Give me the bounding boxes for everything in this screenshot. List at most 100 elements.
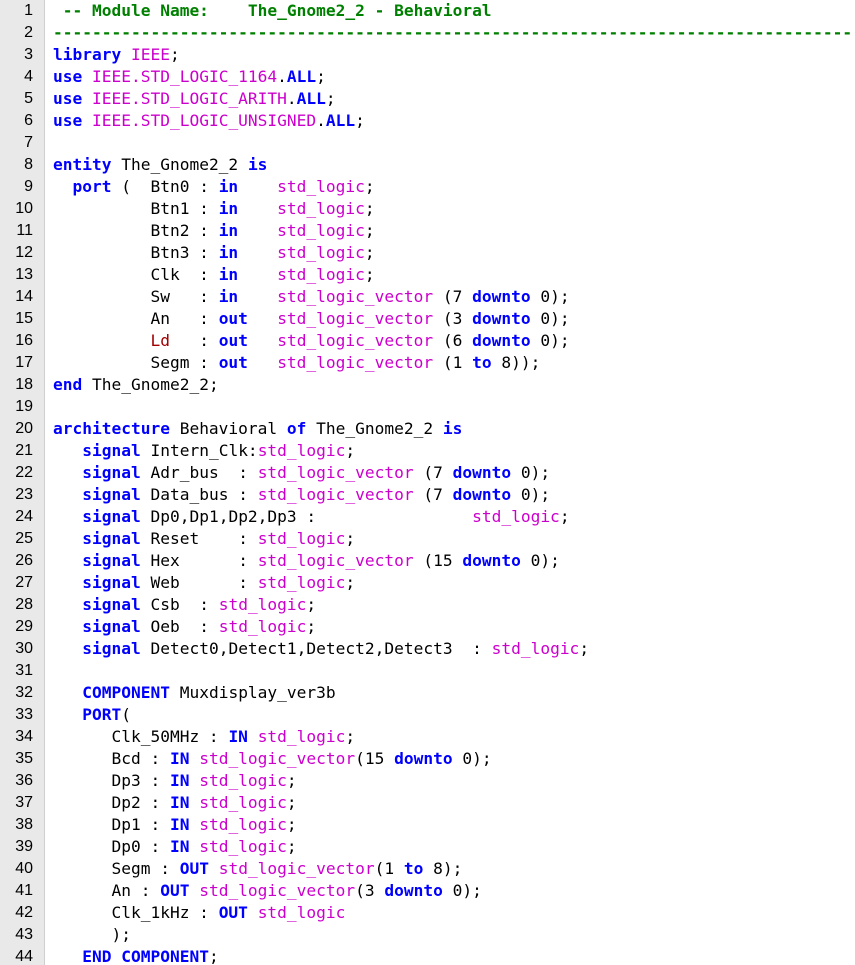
code-token: (7	[413, 485, 453, 504]
line-number: 42	[15, 904, 33, 921]
code-line[interactable]: use IEEE.STD_LOGIC_ARITH.ALL;	[53, 88, 855, 110]
code-line[interactable]: Dp0 : IN std_logic;	[53, 836, 855, 858]
code-token: (15	[413, 551, 463, 570]
code-token: in	[218, 199, 239, 218]
code-token: Dp2 :	[53, 793, 170, 812]
line-number: 30	[15, 640, 33, 657]
code-token: ;	[306, 595, 317, 614]
code-line[interactable]: end The_Gnome2_2;	[53, 374, 855, 396]
code-token: signal	[82, 441, 141, 460]
code-area[interactable]: -- Module Name: The_Gnome2_2 - Behaviora…	[45, 0, 855, 965]
code-line[interactable]: library IEEE;	[53, 44, 855, 66]
code-token: IEEE.STD_LOGIC_UNSIGNED	[92, 111, 317, 130]
code-token: downto	[394, 749, 453, 768]
code-line[interactable]: signal Oeb : std_logic;	[53, 616, 855, 638]
code-token: 0);	[530, 287, 570, 306]
line-number: 36	[15, 772, 33, 789]
code-line[interactable]: END COMPONENT;	[53, 946, 855, 965]
line-number: 9	[24, 178, 33, 195]
code-line[interactable]: Dp3 : IN std_logic;	[53, 770, 855, 792]
code-token: signal	[82, 507, 141, 526]
code-line[interactable]: Ld : out std_logic_vector (6 downto 0);	[53, 330, 855, 352]
code-line[interactable]: signal Adr_bus : std_logic_vector (7 dow…	[53, 462, 855, 484]
line-number: 2	[24, 24, 33, 41]
code-line[interactable]: Btn1 : in std_logic;	[53, 198, 855, 220]
code-token: ;	[208, 947, 219, 965]
code-line[interactable]: -- Module Name: The_Gnome2_2 - Behaviora…	[53, 0, 855, 22]
code-line[interactable]: ----------------------------------------…	[53, 22, 855, 44]
code-token: OUT	[160, 881, 190, 900]
code-token: downto	[452, 485, 512, 504]
code-token: in	[218, 243, 239, 262]
code-line[interactable]: Btn2 : in std_logic;	[53, 220, 855, 242]
code-token: out	[218, 331, 248, 350]
code-line[interactable]: Bcd : IN std_logic_vector(15 downto 0);	[53, 748, 855, 770]
code-line[interactable]: Dp1 : IN std_logic;	[53, 814, 855, 836]
code-token: (3	[433, 309, 473, 328]
code-line[interactable]: use IEEE.STD_LOGIC_1164.ALL;	[53, 66, 855, 88]
code-token: signal	[82, 463, 141, 482]
code-line[interactable]: signal Intern_Clk:std_logic;	[53, 440, 855, 462]
code-token: Sw :	[53, 287, 219, 306]
code-line[interactable]: Segm : out std_logic_vector (1 to 8));	[53, 352, 855, 374]
code-editor[interactable]: 1 2 3 4 5 6 7 8 9 10 11 12 13 14 15 16 17 18 19 20 21 22 23 24 2…	[0, 0, 855, 965]
line-number: 35	[15, 750, 33, 767]
code-token: PORT	[82, 705, 122, 724]
code-token: ;	[306, 617, 317, 636]
code-token: ;	[286, 771, 297, 790]
code-line[interactable]: entity The_Gnome2_2 is	[53, 154, 855, 176]
code-line[interactable]	[53, 132, 855, 154]
line-number: 29	[15, 618, 33, 635]
code-token: ;	[355, 111, 365, 130]
code-token: std_logic	[277, 199, 365, 218]
code-line[interactable]: port ( Btn0 : in std_logic;	[53, 176, 855, 198]
line-number: 22	[15, 464, 33, 481]
code-line[interactable]: Dp2 : IN std_logic;	[53, 792, 855, 814]
code-line[interactable]: PORT(	[53, 704, 855, 726]
code-line[interactable]: An : OUT std_logic_vector(3 downto 0);	[53, 880, 855, 902]
code-line[interactable]: Segm : OUT std_logic_vector(1 to 8);	[53, 858, 855, 880]
code-line[interactable]: Clk_1kHz : OUT std_logic	[53, 902, 855, 924]
code-line[interactable]: signal Detect0,Detect1,Detect2,Detect3 :…	[53, 638, 855, 660]
code-line[interactable]: signal Data_bus : std_logic_vector (7 do…	[53, 484, 855, 506]
code-line[interactable]: Sw : in std_logic_vector (7 downto 0);	[53, 286, 855, 308]
code-line[interactable]: );	[53, 924, 855, 946]
code-token: -- Module Name: The_Gnome2_2 - Behaviora…	[53, 1, 492, 20]
line-number: 37	[15, 794, 33, 811]
code-line[interactable]: An : out std_logic_vector (3 downto 0);	[53, 308, 855, 330]
code-line[interactable]: signal Reset : std_logic;	[53, 528, 855, 550]
code-token: IN	[228, 727, 248, 746]
code-line[interactable]: Clk : in std_logic;	[53, 264, 855, 286]
code-line[interactable]: architecture Behavioral of The_Gnome2_2 …	[53, 418, 855, 440]
code-line[interactable]: signal Dp0,Dp1,Dp2,Dp3 : std_logic;	[53, 506, 855, 528]
code-token: Btn2 :	[53, 221, 219, 240]
code-line[interactable]	[53, 396, 855, 418]
code-token: COMPONENT	[82, 683, 170, 702]
code-line[interactable]: COMPONENT Muxdisplay_ver3b	[53, 682, 855, 704]
code-line[interactable]	[53, 660, 855, 682]
line-number: 4	[24, 68, 33, 85]
code-line[interactable]: use IEEE.STD_LOGIC_UNSIGNED.ALL;	[53, 110, 855, 132]
code-line[interactable]: Clk_50MHz : IN std_logic;	[53, 726, 855, 748]
code-token: 0);	[452, 749, 492, 768]
code-line[interactable]: signal Csb : std_logic;	[53, 594, 855, 616]
code-line[interactable]: Btn3 : in std_logic;	[53, 242, 855, 264]
code-token: std_logic	[491, 639, 580, 658]
code-token: signal	[82, 551, 141, 570]
code-line[interactable]: signal Web : std_logic;	[53, 572, 855, 594]
code-token: Oeb :	[140, 617, 219, 636]
code-line[interactable]: signal Hex : std_logic_vector (15 downto…	[53, 550, 855, 572]
code-token: (7	[433, 287, 473, 306]
